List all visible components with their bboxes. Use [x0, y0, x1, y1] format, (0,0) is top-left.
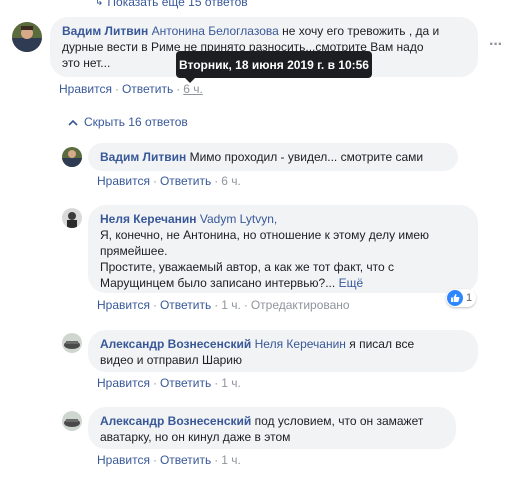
- comment-text: я писал все: [345, 337, 415, 351]
- reply-link[interactable]: Ответить: [160, 298, 211, 312]
- avatar-image: [12, 22, 42, 52]
- avatar-image: [62, 333, 82, 353]
- reply-link[interactable]: Ответить: [160, 376, 211, 390]
- reaction-badge[interactable]: 1: [446, 289, 477, 307]
- timestamp[interactable]: 1 ч.: [221, 453, 241, 467]
- comment-text: не хочу его тревожить , да и: [278, 24, 440, 38]
- comment-mention[interactable]: Vadym Lytvyn,: [200, 212, 277, 226]
- reply-link[interactable]: Ответить: [160, 174, 211, 188]
- chevron-up-icon: [68, 119, 78, 126]
- comment-text: прямейшее.: [100, 244, 168, 258]
- comment-author[interactable]: Вадим Литвин: [62, 24, 148, 38]
- comment-author[interactable]: Александр Вознесенский: [100, 337, 251, 351]
- show-more-replies-label: Показать еще 15 ответов: [107, 0, 248, 9]
- comment-bubble: Александр Вознесенский Неля Керечанин я …: [88, 330, 478, 372]
- timestamp[interactable]: 6 ч.: [221, 174, 241, 188]
- like-link[interactable]: Нравится: [59, 82, 112, 96]
- comment-actions: Нравится · Ответить · 1 ч. · Отредактиро…: [97, 298, 350, 312]
- more-options-icon[interactable]: ···: [489, 36, 503, 54]
- like-link[interactable]: Нравится: [97, 174, 150, 188]
- timestamp[interactable]: 6 ч.: [183, 82, 203, 96]
- comment-actions: Нравится · Ответить · 6 ч.: [97, 174, 241, 188]
- comment-text: Мимо проходил - увидел... смотрите сами: [186, 150, 424, 164]
- comment-mention[interactable]: Неля Керечанин: [255, 337, 346, 351]
- timestamp[interactable]: 1 ч.: [221, 376, 241, 390]
- comment-bubble: Александр Вознесенский под условием, что…: [88, 407, 456, 449]
- avatar[interactable]: [62, 333, 82, 353]
- show-more-replies-link[interactable]: ↳ Показать еще 15 ответов: [95, 0, 248, 9]
- hide-replies-link[interactable]: Скрыть 16 ответов: [68, 115, 188, 129]
- reply-link[interactable]: Ответить: [160, 453, 211, 467]
- like-link[interactable]: Нравится: [97, 453, 150, 467]
- comment-text: видео и отправил Шарию: [100, 353, 243, 367]
- avatar[interactable]: [62, 208, 82, 228]
- comment-author[interactable]: Вадим Литвин: [100, 150, 186, 164]
- comment-text: Я, конечно, не Антонина, но отношение к …: [100, 228, 430, 242]
- comment-mention[interactable]: Антонина Белоглазова: [152, 24, 279, 38]
- avatar-image: [62, 147, 82, 167]
- like-link[interactable]: Нравится: [97, 376, 150, 390]
- comment-text: Марущинцем было записано интервью?...: [100, 276, 336, 290]
- comment-text: аватарку, но он кинул даже в этом: [100, 430, 291, 444]
- comment-actions: Нравится · Ответить · 1 ч.: [97, 376, 241, 390]
- timestamp[interactable]: 1 ч.: [221, 298, 241, 312]
- comment-actions: Нравится · Ответить · 1 ч.: [97, 453, 241, 467]
- avatar[interactable]: [62, 147, 82, 167]
- comment-author[interactable]: Александр Вознесенский: [100, 414, 251, 428]
- avatar[interactable]: [62, 411, 82, 431]
- timestamp-tooltip: Вторник, 18 июня 2019 г. в 10:56: [176, 51, 372, 78]
- comment-actions: Нравится · Ответить · 6 ч.: [59, 82, 203, 96]
- arrow-icon: ↳: [95, 0, 104, 8]
- comment-text: Простите, уважаемый автор, а как же тот …: [100, 260, 395, 274]
- comment-text: это нет...: [62, 56, 111, 70]
- avatar-image: [62, 411, 82, 431]
- like-link[interactable]: Нравится: [97, 298, 150, 312]
- reply-link[interactable]: Ответить: [122, 82, 173, 96]
- hide-replies-label: Скрыть 16 ответов: [84, 115, 188, 129]
- see-more-link[interactable]: Ещё: [339, 276, 364, 290]
- avatar[interactable]: [12, 22, 42, 52]
- comment-author[interactable]: Неля Керечанин: [100, 212, 197, 226]
- tooltip-arrow: [185, 78, 195, 83]
- comment-text: под условием, что он замажет: [251, 414, 424, 428]
- edited-label[interactable]: Отредактировано: [251, 298, 350, 312]
- reaction-count: 1: [466, 292, 473, 304]
- comment-bubble: Вадим Литвин Мимо проходил - увидел... с…: [88, 143, 458, 171]
- like-icon: [447, 290, 463, 306]
- avatar-image: [62, 208, 82, 228]
- comment-bubble: Неля Керечанин Vadym Lytvyn, Я, конечно,…: [88, 205, 478, 293]
